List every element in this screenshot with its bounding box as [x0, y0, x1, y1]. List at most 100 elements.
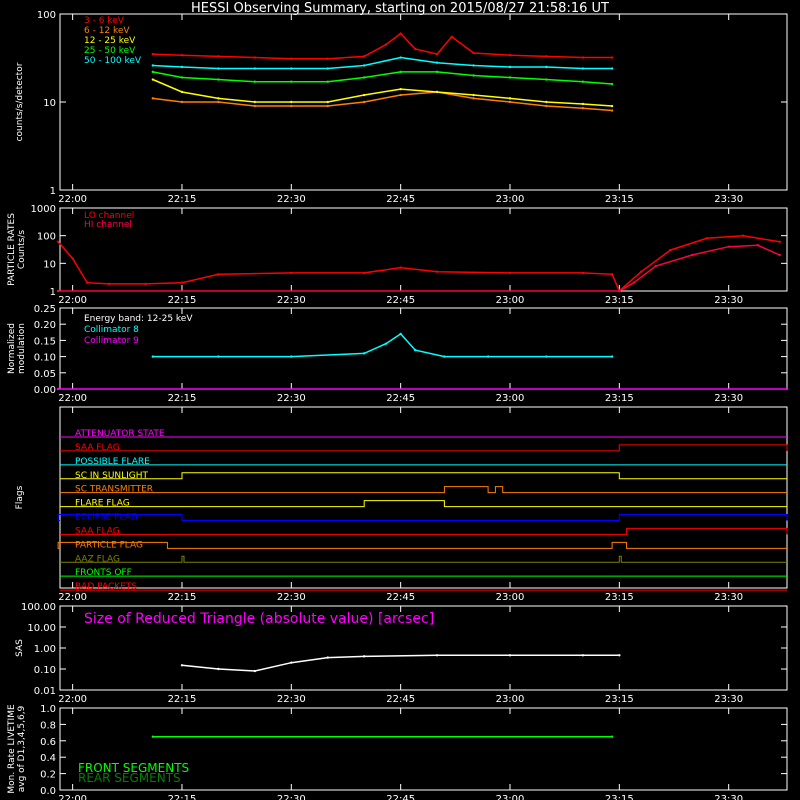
data-point	[399, 266, 402, 269]
series-line	[152, 32, 613, 60]
data-point	[785, 387, 789, 391]
x-tick-label: 22:15	[168, 694, 197, 705]
data-point	[618, 654, 621, 657]
y-axis-label: Mon. Rate LIVETIME	[7, 704, 17, 794]
legend-entry: 50 - 100 keV	[84, 56, 142, 66]
x-tick-label: 22:30	[277, 295, 306, 306]
x-tick-label: 23:00	[496, 694, 525, 705]
data-point	[217, 78, 220, 81]
data-point	[581, 56, 585, 59]
data-point	[326, 656, 329, 659]
y-axis-label: Flags	[15, 485, 25, 509]
y-tick-label: 1	[50, 186, 56, 197]
x-tick-label: 23:30	[714, 694, 743, 705]
data-point	[363, 64, 366, 67]
data-point	[253, 100, 257, 104]
series-line	[57, 234, 780, 293]
data-point	[363, 55, 366, 58]
data-point	[56, 387, 60, 391]
count-rates-frame	[59, 13, 788, 191]
data-point	[581, 67, 585, 70]
y-tick-label: 1.00	[34, 644, 56, 655]
data-point	[691, 253, 694, 257]
data-point	[144, 282, 147, 286]
observing-summary-chart: 22:00 22:15 22:30 22:45 23:00 23:15 23:3011010…	[7, 10, 789, 800]
y-axis-label-2: avg of D1,3,4,5,6,9	[17, 705, 27, 792]
data-point	[290, 355, 293, 358]
series-line	[152, 56, 613, 70]
y-tick-label: 0.25	[34, 304, 56, 315]
data-point	[217, 100, 220, 104]
data-point	[107, 282, 111, 286]
data-point	[610, 82, 614, 86]
data-point	[618, 289, 621, 293]
data-point	[290, 100, 293, 104]
x-tick-label: 23:30	[714, 592, 743, 603]
data-point	[545, 78, 548, 81]
data-point	[435, 52, 439, 56]
panel-annotation: Energy band: 12-25 keV	[84, 314, 193, 324]
flag-label: SAA FLAG	[75, 526, 120, 536]
flag-label: FLARE FLAG	[75, 499, 130, 509]
y-tick-label: 0.10	[34, 353, 56, 364]
flag-label: SC TRANSMITTER	[75, 485, 153, 495]
y-tick-label: 100.00	[21, 602, 56, 613]
data-point	[253, 669, 257, 673]
y-tick-label: 10	[43, 259, 56, 270]
data-point	[399, 332, 402, 336]
data-point	[217, 273, 220, 276]
data-point	[450, 35, 453, 39]
data-point	[180, 76, 184, 79]
y-tick-label: 0.2	[40, 770, 56, 781]
x-tick-label: 22:45	[386, 694, 415, 705]
data-point	[180, 100, 184, 104]
data-point	[86, 281, 89, 284]
data-point	[705, 237, 709, 240]
data-point	[217, 667, 220, 671]
x-tick-label: 22:45	[386, 194, 415, 205]
data-point	[545, 100, 548, 104]
y-axis-label: PARTICLE RATES	[7, 213, 17, 286]
flag-label: AAZ FLAG	[75, 554, 120, 564]
data-point	[669, 248, 672, 252]
x-tick-label: 22:00	[58, 592, 87, 603]
data-point	[151, 64, 155, 67]
data-point	[56, 240, 60, 244]
data-point	[545, 55, 548, 58]
data-point	[326, 104, 329, 108]
data-point	[435, 270, 439, 273]
data-point	[363, 100, 366, 104]
data-point	[71, 257, 74, 260]
data-point	[384, 342, 388, 345]
data-point	[610, 109, 614, 112]
x-tick-label: 22:15	[168, 194, 197, 205]
legend-entry: Collimator 8	[84, 325, 139, 335]
data-point	[508, 271, 512, 275]
data-point	[253, 67, 257, 70]
y-tick-label: 0.20	[34, 320, 56, 331]
data-point	[435, 61, 439, 64]
data-point	[581, 107, 585, 110]
y-tick-label: 1	[50, 287, 56, 298]
data-point	[326, 100, 329, 104]
data-point	[472, 51, 475, 55]
data-point	[610, 273, 614, 276]
legend-entry: 25 - 50 keV	[84, 46, 136, 56]
data-point	[508, 76, 512, 79]
legend-entry: REAR SEGMENTS	[78, 771, 181, 785]
data-point	[180, 65, 184, 69]
x-tick-label: 23:15	[605, 194, 634, 205]
panel-annotation: Size of Reduced Triangle (absolute value…	[84, 611, 434, 627]
legend-entry: 3 - 6 keV	[84, 16, 125, 26]
flag-trace	[60, 527, 788, 535]
x-tick-label: 22:15	[168, 295, 197, 306]
data-point	[363, 655, 366, 658]
data-point	[151, 735, 155, 738]
data-point	[399, 56, 402, 59]
data-point	[610, 104, 614, 108]
data-point	[443, 355, 446, 358]
flag-trace	[57, 514, 788, 521]
x-tick-label: 23:00	[496, 794, 525, 800]
data-point	[472, 93, 475, 97]
flag-label: POSSIBLE FLARE	[75, 457, 150, 467]
